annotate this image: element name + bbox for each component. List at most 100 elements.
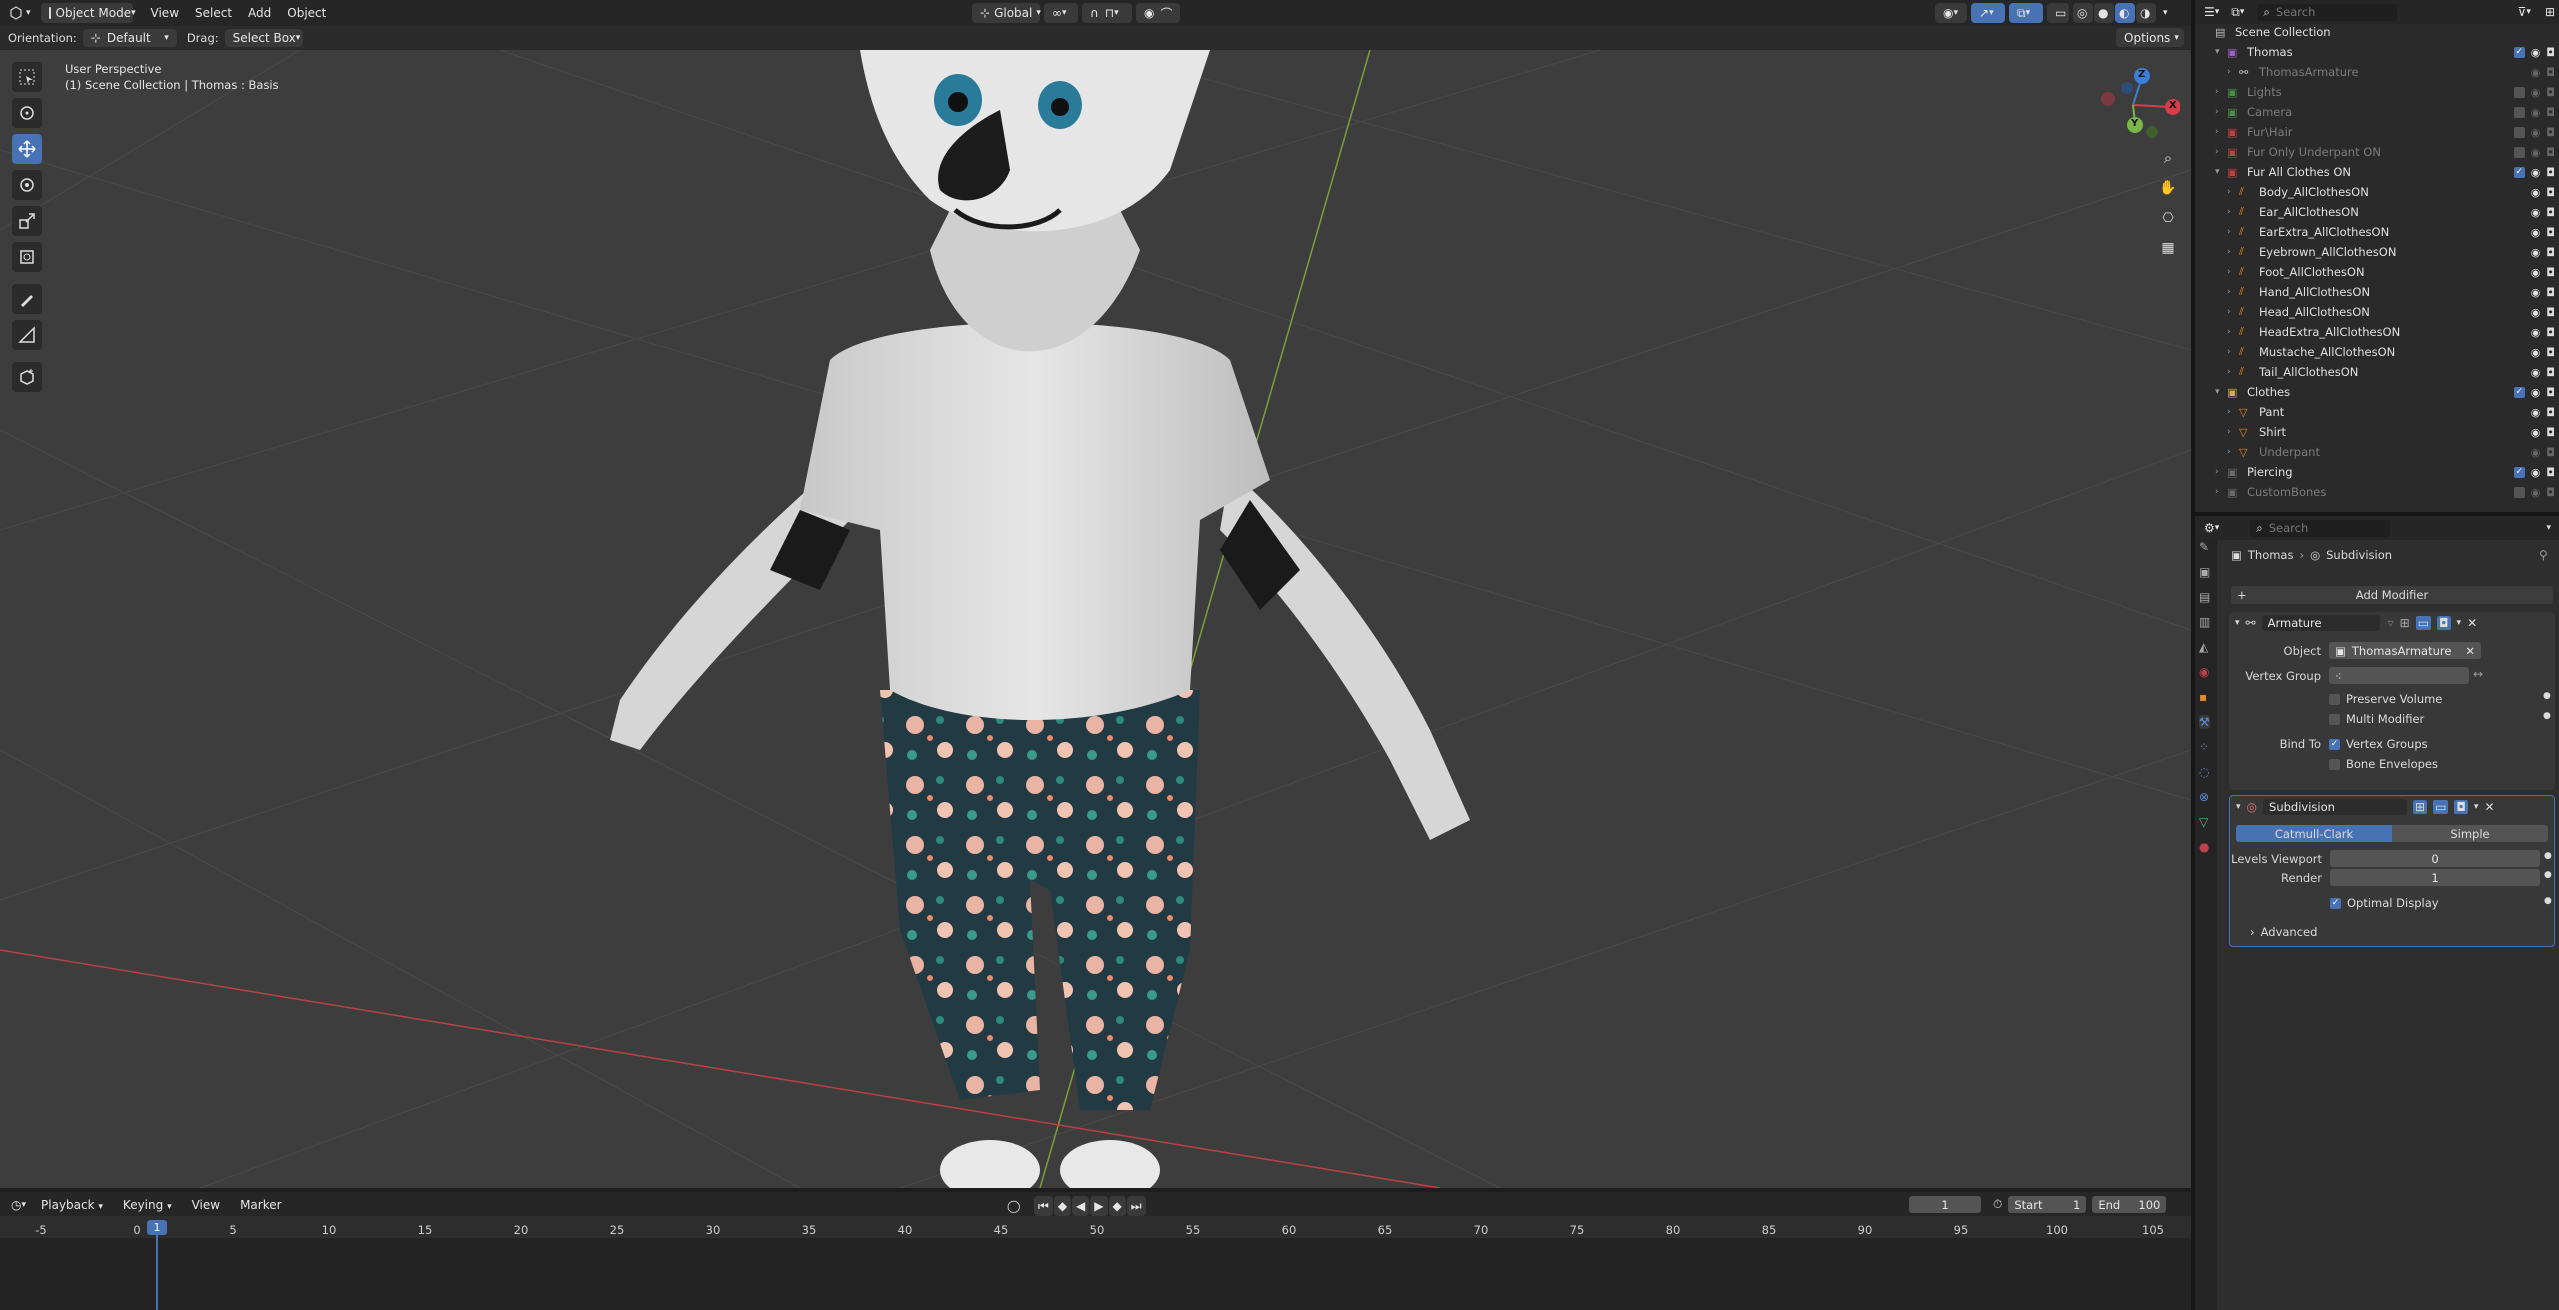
menu-object[interactable]: Object <box>279 6 334 20</box>
levels-viewport-field[interactable]: 0 <box>2330 850 2540 867</box>
eye-icon[interactable]: ◉ <box>2531 366 2541 379</box>
chevron-right-icon[interactable]: › <box>2227 427 2239 437</box>
outliner-item[interactable]: › ▽ Pant ◉ ◘ <box>2195 402 2559 422</box>
outliner-item[interactable]: › ⫽ Foot_AllClothesON ◉ ◘ <box>2195 262 2559 282</box>
keyframe-dot-icon[interactable]: ● <box>2544 896 2552 906</box>
object-tab-icon[interactable]: ▪ <box>2199 690 2210 704</box>
simple-button[interactable]: Simple <box>2392 825 2548 842</box>
eye-icon[interactable]: ◉ <box>2531 206 2541 219</box>
chevron-right-icon[interactable]: › <box>2227 247 2239 257</box>
viewport-display-icon[interactable]: ▭ <box>2415 616 2432 630</box>
proportional-edit-button[interactable]: ◉ ⌒ <box>1136 3 1180 23</box>
annotate-tool[interactable] <box>12 284 42 314</box>
outliner-editor-type[interactable]: ☰ ▾ <box>2201 2 2223 22</box>
chevron-right-icon[interactable]: › <box>2227 67 2239 77</box>
bone-envelopes-checkbox[interactable]: Bone Envelopes <box>2329 757 2438 771</box>
solid-shading-button[interactable]: ● <box>2094 3 2114 23</box>
eye-icon[interactable]: ◉ <box>2531 406 2541 419</box>
chevron-right-icon[interactable]: › <box>2227 267 2239 277</box>
outliner-item[interactable]: › ⫽ HeadExtra_AllClothesON ◉ ◘ <box>2195 322 2559 342</box>
jump-keyframe-forward-button[interactable]: ◆ <box>1108 1196 1126 1216</box>
chevron-down-icon[interactable]: ▾ <box>2215 387 2227 397</box>
chevron-right-icon[interactable]: › <box>2215 127 2227 137</box>
outliner-item[interactable]: › ⫽ EarExtra_AllClothesON ◉ ◘ <box>2195 222 2559 242</box>
outliner-item[interactable]: ▤ Scene Collection <box>2195 22 2559 42</box>
eye-icon[interactable]: ◉ <box>2531 286 2541 299</box>
invert-vertex-group-icon[interactable]: ↔ <box>2473 667 2483 681</box>
chevron-down-icon[interactable]: ▾ <box>2546 523 2551 533</box>
transform-orientation-dropdown[interactable]: ⊹ Global ▾ <box>972 3 1041 23</box>
viewport-display-icon[interactable]: ▭ <box>2433 800 2449 814</box>
vertex-group-field[interactable]: ⁖ <box>2329 667 2469 684</box>
outliner-item[interactable]: › ▣ Fur\Hair ◉ ◘ <box>2195 122 2559 142</box>
outliner-item[interactable]: › ⫽ Eyebrown_AllClothesON ◉ ◘ <box>2195 242 2559 262</box>
camera-icon[interactable]: ◘ <box>2546 466 2555 479</box>
chevron-right-icon[interactable]: › <box>2227 327 2239 337</box>
outliner-item[interactable]: ▾ ▣ Thomas ✓ ◉ ◘ <box>2195 42 2559 62</box>
chevron-right-icon[interactable]: › <box>2227 207 2239 217</box>
exclude-checkbox[interactable]: ✓ <box>2513 466 2525 478</box>
keyframe-dot-icon[interactable]: ● <box>2543 711 2551 721</box>
camera-icon[interactable]: ◘ <box>2546 126 2555 139</box>
ortho-toggle-button[interactable]: ▦ <box>2155 235 2181 261</box>
constraints-tab-icon[interactable]: ⊗ <box>2199 790 2210 804</box>
camera-view-button[interactable]: ⎔ <box>2155 205 2181 231</box>
eye-icon[interactable]: ◉ <box>2531 266 2541 279</box>
camera-icon[interactable]: ◘ <box>2546 206 2555 219</box>
material-tab-icon[interactable]: ● <box>2199 840 2210 854</box>
camera-icon[interactable]: ◘ <box>2546 406 2555 419</box>
jump-start-button[interactable]: ⏮ <box>1034 1196 1053 1216</box>
stopwatch-icon[interactable]: ⏱ <box>1993 1197 2002 1212</box>
start-frame-field[interactable]: Start 1 <box>2008 1196 2087 1213</box>
outliner-item[interactable]: › ⫽ Mustache_AllClothesON ◉ ◘ <box>2195 342 2559 362</box>
chevron-down-icon[interactable]: ▾ <box>2474 802 2479 812</box>
material-preview-button[interactable]: ◐ <box>2115 3 2135 23</box>
eye-icon[interactable]: ◉ <box>2531 126 2541 139</box>
options-button[interactable]: Options ▾ <box>2116 28 2184 47</box>
pivot-point-button[interactable]: ∞ ▾ <box>1044 3 1078 23</box>
tool-tab-icon[interactable]: ✎ <box>2199 540 2210 554</box>
render-levels-field[interactable]: 1 <box>2330 869 2540 886</box>
chevron-right-icon[interactable]: › <box>2227 287 2239 297</box>
camera-icon[interactable]: ◘ <box>2546 446 2555 459</box>
outliner-item[interactable]: › ⚯ ThomasArmature ◉ ◘ <box>2195 62 2559 82</box>
properties-search[interactable]: ⌕ Search <box>2250 519 2391 537</box>
exclude-checkbox[interactable] <box>2513 106 2525 118</box>
chevron-right-icon[interactable]: › <box>2227 347 2239 357</box>
xray-toggle-button[interactable]: ▭ <box>2047 3 2069 23</box>
camera-icon[interactable]: ◘ <box>2546 66 2555 79</box>
chevron-right-icon[interactable]: › <box>2215 107 2227 117</box>
vertex-groups-checkbox[interactable]: ✓ Vertex Groups <box>2329 737 2428 751</box>
exclude-checkbox[interactable] <box>2513 486 2525 498</box>
chevron-right-icon[interactable]: › <box>2215 87 2227 97</box>
rotate-tool[interactable] <box>12 170 42 200</box>
auto-keying-button[interactable]: ◯ <box>1003 1196 1023 1216</box>
camera-icon[interactable]: ◘ <box>2546 166 2555 179</box>
exclude-checkbox[interactable] <box>2513 126 2525 138</box>
chevron-right-icon[interactable]: › <box>2227 187 2239 197</box>
chevron-right-icon[interactable]: › <box>2215 147 2227 157</box>
preserve-volume-checkbox[interactable]: Preserve Volume <box>2329 692 2442 706</box>
exclude-checkbox[interactable]: ✓ <box>2513 46 2525 58</box>
zoom-button[interactable]: ⌕ <box>2155 145 2181 171</box>
subdivision-panel-header[interactable]: ▾ ◎ Subdivision ⊞ ▭ ◘ ▾ ✕ <box>2230 796 2554 818</box>
physics-tab-icon[interactable]: ◌ <box>2199 765 2210 779</box>
wireframe-shading-button[interactable]: ◎ <box>2073 3 2093 23</box>
multi-modifier-checkbox[interactable]: Multi Modifier <box>2329 712 2424 726</box>
outliner-item[interactable]: › ⫽ Ear_AllClothesON ◉ ◘ <box>2195 202 2559 222</box>
chevron-right-icon[interactable]: › <box>2215 467 2227 477</box>
outliner-filter-button[interactable]: ⊽ ▾ <box>2513 2 2535 22</box>
eye-icon[interactable]: ◉ <box>2531 346 2541 359</box>
optimal-display-checkbox[interactable]: ✓ Optimal Display <box>2330 896 2439 910</box>
camera-icon[interactable]: ◘ <box>2546 386 2555 399</box>
camera-icon[interactable]: ◘ <box>2546 366 2555 379</box>
eye-icon[interactable]: ◉ <box>2531 166 2541 179</box>
select-box-tool[interactable] <box>12 62 42 92</box>
eye-icon[interactable]: ◉ <box>2531 186 2541 199</box>
outliner-item[interactable]: › ⫽ Tail_AllClothesON ◉ ◘ <box>2195 362 2559 382</box>
render-display-icon[interactable]: ◘ <box>2454 800 2468 814</box>
outliner-item[interactable]: › ▽ Shirt ◉ ◘ <box>2195 422 2559 442</box>
current-frame-field[interactable]: 1 <box>1909 1196 1981 1213</box>
eye-icon[interactable]: ◉ <box>2531 146 2541 159</box>
chevron-right-icon[interactable]: › <box>2227 447 2239 457</box>
